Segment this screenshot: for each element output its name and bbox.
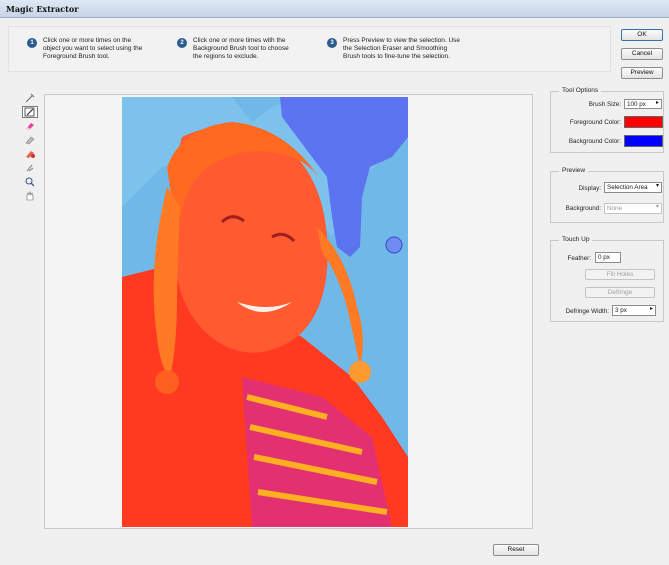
window-title: Magic Extractor [6,4,79,14]
touch-up-group: Touch Up Feather: 0 px Fill Holes Defrin… [550,236,664,322]
display-select[interactable]: Selection Area ▾ [604,182,662,193]
tool-options-group: Tool Options Brush Size: 100 px ▸ Foregr… [550,87,664,153]
background-value: None [607,205,623,212]
defringe-width-field[interactable]: 3 px ▸ [612,305,656,316]
feather-field[interactable]: 0 px [595,252,621,263]
remove-from-selection-icon[interactable] [22,148,38,160]
fill-holes-button[interactable]: Fill Holes [585,269,655,280]
instruction-step-2: 2 Click one or more times with the Backg… [177,37,289,61]
touch-up-title: Touch Up [559,236,593,243]
step-number-1: 1 [27,38,37,48]
step-number-3: 3 [327,38,337,48]
background-color-label: Background Color: [568,138,621,145]
preview-title: Preview [559,167,589,174]
foreground-brush-icon[interactable] [22,92,38,104]
reset-button[interactable]: Reset [493,544,539,556]
zoom-icon[interactable] [22,176,38,188]
background-select[interactable]: None ▾ [604,203,662,214]
step-text-2: Click one or more times with the Backgro… [193,37,289,60]
defringe-button[interactable]: Defringe [585,287,655,298]
ok-button[interactable]: OK [621,29,663,41]
feather-label: Feather: [567,255,591,262]
image-canvas[interactable] [44,94,533,529]
foreground-color-swatch[interactable] [624,116,663,128]
point-eraser-icon[interactable] [22,120,38,132]
defringe-width-stepper-icon[interactable]: ▸ [650,306,653,313]
cancel-button[interactable]: Cancel [621,48,663,60]
brush-size-label: Brush Size: [588,101,621,108]
chevron-down-icon: ▾ [655,204,659,210]
step-number-2: 2 [177,38,187,48]
title-bar: Magic Extractor [0,0,669,18]
foreground-color-label: Foreground Color: [569,119,621,126]
preview-button[interactable]: Preview [621,67,663,79]
preview-group: Preview Display: Selection Area ▾ Backgr… [550,167,664,223]
add-to-selection-icon[interactable] [22,134,38,146]
background-brush-icon[interactable] [22,106,38,118]
brush-size-stepper-icon[interactable]: ▸ [656,100,659,107]
step-text-3: Press Preview to view the selection. Use… [343,37,461,60]
smoothing-brush-icon[interactable] [22,162,38,174]
defringe-width-label: Defringe Width: [565,308,609,315]
display-label: Display: [578,185,601,192]
display-value: Selection Area [607,184,648,191]
instruction-step-3: 3 Press Preview to view the selection. U… [327,37,460,61]
instructions-panel: 1 Click one or more times on the object … [8,26,611,72]
tool-palette [22,92,42,204]
step-text-1: Click one or more times on the object yo… [43,37,143,60]
hand-icon[interactable] [22,190,38,202]
photo-with-selection-overlay[interactable] [122,97,408,527]
chevron-down-icon: ▾ [655,183,659,189]
brush-size-value: 100 px [627,101,646,108]
instruction-step-1: 1 Click one or more times on the object … [27,37,142,61]
background-label: Background: [565,205,601,212]
background-color-swatch[interactable] [624,135,663,147]
tool-options-title: Tool Options [559,87,602,94]
brush-size-field[interactable]: 100 px ▸ [624,99,662,109]
defringe-width-value: 3 px [615,307,627,314]
